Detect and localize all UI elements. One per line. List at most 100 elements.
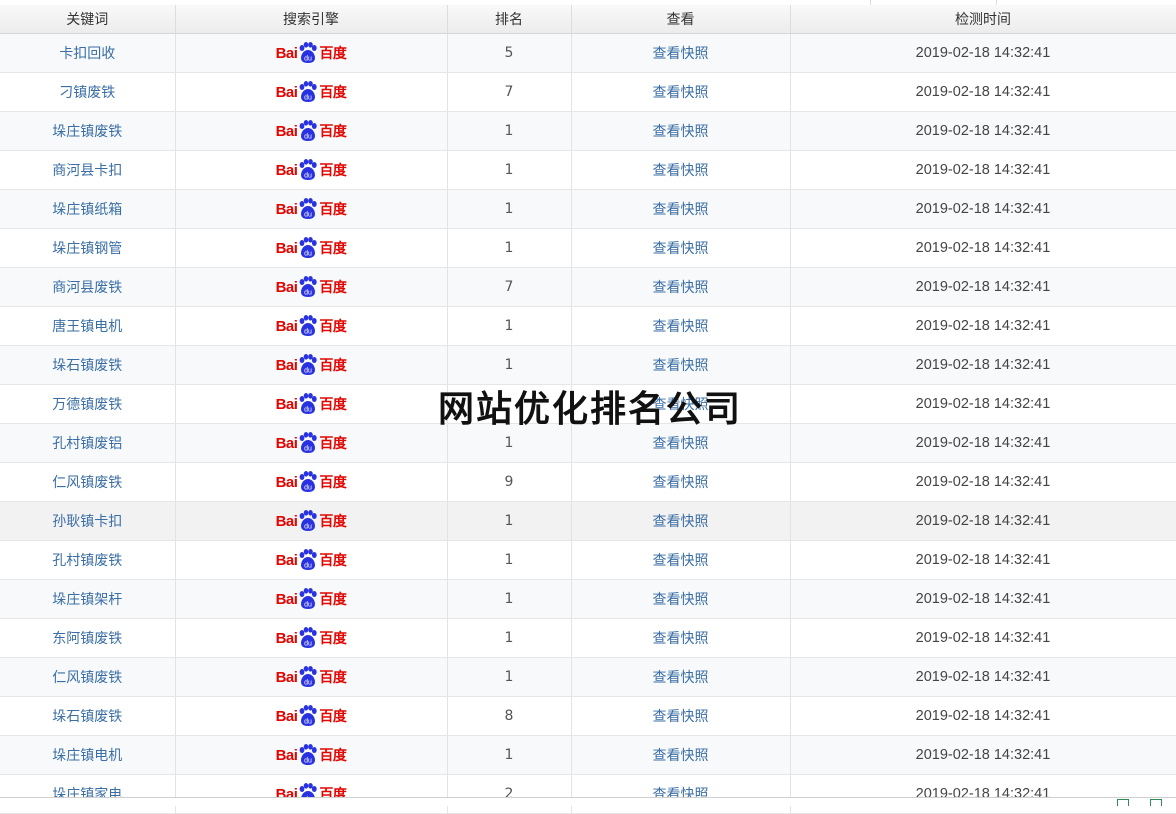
rank-cell: 1: [447, 423, 572, 463]
view-snapshot-link[interactable]: 查看快照: [653, 202, 709, 218]
column-header-rank[interactable]: 排名: [447, 5, 572, 34]
view-snapshot-link[interactable]: 查看快照: [653, 319, 709, 335]
column-header-check-time[interactable]: 检测时间: [790, 5, 1176, 34]
view-snapshot-link[interactable]: 查看快照: [653, 709, 709, 725]
keyword-cell: 仁风镇废铁: [0, 462, 176, 502]
rank-value: 1: [504, 591, 514, 607]
view-snapshot-link[interactable]: 查看快照: [653, 397, 709, 413]
table-row: 垛石镇废铁 Bai du 百度 1 查看快照 2019-02-18 14:32:41: [0, 345, 1176, 385]
table-row: 孙耿镇卡扣 Bai du 百度 1 查看快照 2019-02-18 14:32:41: [0, 501, 1176, 541]
view-snapshot-link[interactable]: 查看快照: [653, 124, 709, 140]
view-cell: 查看快照: [571, 150, 791, 190]
table-row: 垛庄镇废铁 Bai du 百度 1 查看快照 2019-02-18 14:32:41: [0, 111, 1176, 151]
view-snapshot-link[interactable]: 查看快照: [653, 436, 709, 452]
view-snapshot-link[interactable]: 查看快照: [653, 670, 709, 686]
rank-cell: 1: [447, 189, 572, 229]
view-snapshot-link[interactable]: 查看快照: [653, 592, 709, 608]
keyword-link[interactable]: 垛庄镇电机: [52, 748, 122, 764]
baidu-logo-icon: Baidu 百度: [276, 469, 347, 495]
search-engine-cell: Baidu 百度: [175, 72, 448, 112]
view-snapshot-link[interactable]: 查看快照: [653, 46, 709, 62]
keyword-link[interactable]: 商河县卡扣: [52, 163, 122, 179]
baidu-logo-icon: Baidu 百度: [276, 352, 347, 378]
baidu-paw-icon: du: [300, 393, 318, 414]
baidu-paw-text: du: [305, 563, 313, 570]
view-snapshot-link[interactable]: 查看快照: [653, 475, 709, 491]
table-row: 垛庄镇纸箱 Bai du 百度 1 查看快照 2019-02-18 14:32:41: [0, 189, 1176, 229]
keyword-link[interactable]: 唐王镇电机: [52, 319, 122, 335]
rank-cell: 1: [447, 228, 572, 268]
keyword-link[interactable]: 孔村镇废铁: [52, 553, 122, 569]
baidu-logo-chinese: 百度: [319, 436, 347, 452]
keyword-link[interactable]: 垛石镇废铁: [52, 358, 122, 374]
rank-cell: 2: [447, 774, 572, 814]
check-time-cell: 2019-02-18 14:32:41: [790, 228, 1176, 268]
rank-value: 1: [504, 123, 514, 139]
keyword-link[interactable]: 万德镇废铁: [52, 397, 122, 413]
keyword-link[interactable]: 仁风镇废铁: [52, 475, 122, 491]
baidu-logo-latin: Bai: [275, 512, 298, 530]
baidu-logo-icon: Baidu 百度: [276, 313, 347, 339]
keyword-cell: 仁风镇废铁: [0, 657, 176, 697]
view-snapshot-link[interactable]: 查看快照: [653, 631, 709, 647]
column-header-view[interactable]: 查看: [571, 5, 791, 34]
baidu-logo-icon: Baidu 百度: [276, 118, 347, 144]
rank-cell: 1: [447, 150, 572, 190]
baidu-logo-chinese: 百度: [319, 592, 347, 608]
view-snapshot-link[interactable]: 查看快照: [653, 514, 709, 530]
keyword-link[interactable]: 垛庄镇钢管: [52, 241, 122, 257]
baidu-paw-text: du: [305, 602, 313, 609]
keyword-link[interactable]: 孙耿镇卡扣: [52, 514, 122, 530]
keyword-cell: 垛庄镇电机: [0, 735, 176, 775]
column-header-keyword[interactable]: 关键词: [0, 5, 176, 34]
baidu-logo-icon: Baidu 百度: [276, 508, 347, 534]
check-time-cell: 2019-02-18 14:32:41: [790, 72, 1176, 112]
baidu-logo-chinese: 百度: [319, 553, 347, 569]
check-time-value: 2019-02-18 14:32:41: [915, 123, 1051, 139]
check-time-value: 2019-02-18 14:32:41: [915, 162, 1051, 178]
search-engine-cell: Baidu 百度: [175, 111, 448, 151]
keyword-cell: 垛石镇废铁: [0, 696, 176, 736]
rank-cell: 9: [447, 462, 572, 502]
keyword-link[interactable]: 垛庄镇废铁: [52, 124, 122, 140]
view-snapshot-link[interactable]: 查看快照: [653, 358, 709, 374]
keyword-link[interactable]: 垛庄镇架杆: [52, 592, 122, 608]
view-snapshot-link[interactable]: 查看快照: [653, 163, 709, 179]
search-engine-cell: Baidu 百度: [175, 267, 448, 307]
baidu-paw-text: du: [305, 368, 313, 375]
check-time-value: 2019-02-18 14:32:41: [915, 435, 1051, 451]
check-time-cell: 2019-02-18 14:32:41: [790, 111, 1176, 151]
check-time-cell: 2019-02-18 14:32:41: [790, 384, 1176, 424]
keyword-link[interactable]: 刁镇废铁: [59, 85, 115, 101]
keyword-link[interactable]: 卡扣回收: [59, 46, 115, 62]
keyword-cell: 东阿镇废铁: [0, 618, 176, 658]
baidu-paw-icon: du: [300, 666, 318, 687]
view-cell: 查看快照: [571, 384, 791, 424]
baidu-logo-chinese: 百度: [319, 202, 347, 218]
baidu-paw-icon: du: [300, 705, 318, 726]
baidu-paw-text: du: [305, 212, 313, 219]
view-cell: 查看快照: [571, 540, 791, 580]
keyword-link[interactable]: 垛石镇废铁: [52, 709, 122, 725]
baidu-paw-icon: du: [300, 471, 318, 492]
view-snapshot-link[interactable]: 查看快照: [653, 553, 709, 569]
keyword-link[interactable]: 仁风镇废铁: [52, 670, 122, 686]
baidu-logo-chinese: 百度: [319, 319, 347, 335]
keyword-link[interactable]: 商河县废铁: [52, 280, 122, 296]
view-snapshot-link[interactable]: 查看快照: [653, 241, 709, 257]
view-snapshot-link[interactable]: 查看快照: [653, 748, 709, 764]
keyword-link[interactable]: 东阿镇废铁: [52, 631, 122, 647]
column-header-search-engine[interactable]: 搜索引擎: [175, 5, 448, 34]
table-header-row: 关键词 搜索引擎 排名 查看 检测时间: [0, 5, 1176, 34]
baidu-paw-icon: du: [300, 315, 318, 336]
rank-value: 1: [504, 357, 514, 373]
view-snapshot-link[interactable]: 查看快照: [653, 85, 709, 101]
keyword-link[interactable]: 垛庄镇纸箱: [52, 202, 122, 218]
check-time-cell: 2019-02-18 14:32:41: [790, 462, 1176, 502]
baidu-logo-icon: Baidu 百度: [276, 625, 347, 651]
baidu-paw-text: du: [305, 329, 313, 336]
keyword-link[interactable]: 孔村镇废铝: [52, 436, 122, 452]
view-snapshot-link[interactable]: 查看快照: [653, 280, 709, 296]
rank-cell: 5: [447, 33, 572, 73]
baidu-logo-latin: Bai: [275, 746, 298, 764]
